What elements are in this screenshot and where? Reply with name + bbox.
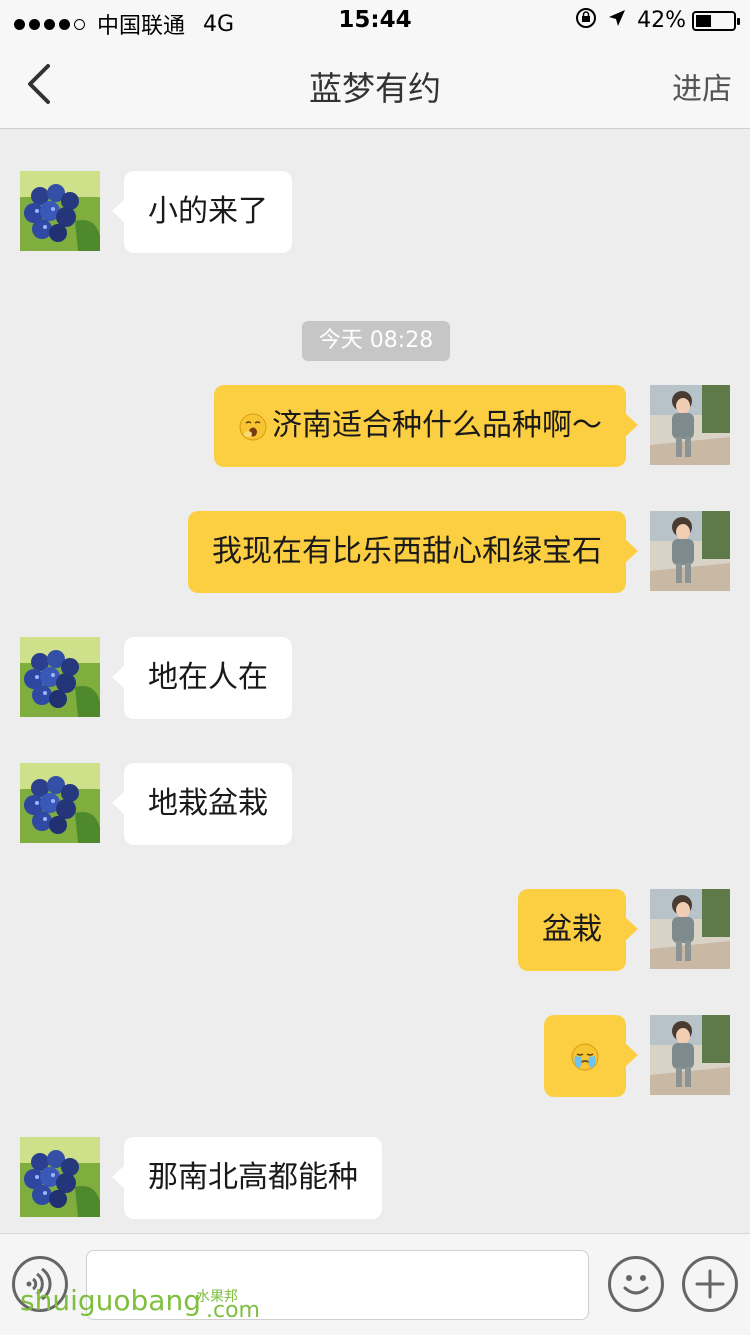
contact-avatar[interactable] bbox=[20, 763, 100, 843]
smiley-icon[interactable] bbox=[608, 1256, 664, 1312]
watermark: shuiguobang 水果邦 .com bbox=[20, 1284, 260, 1323]
message-bubble-sent[interactable] bbox=[544, 1015, 638, 1097]
nav-bar: 蓝梦有约 进店 bbox=[0, 40, 750, 129]
self-avatar[interactable] bbox=[650, 511, 730, 591]
contact-avatar[interactable] bbox=[20, 171, 100, 251]
self-avatar[interactable] bbox=[650, 889, 730, 969]
chat-title: 蓝梦有约 bbox=[309, 69, 441, 108]
message-bubble-sent[interactable]: 济南适合种什么品种啊～ bbox=[214, 385, 638, 467]
message-bubble-sent[interactable]: 我现在有比乐西甜心和绿宝石 bbox=[188, 511, 638, 593]
self-avatar[interactable] bbox=[650, 385, 730, 465]
contact-avatar[interactable] bbox=[20, 637, 100, 717]
message-bubble-received[interactable]: 地栽盆栽 bbox=[112, 763, 292, 845]
message-bubble-received[interactable]: 那南北高都能种 bbox=[112, 1137, 382, 1219]
rotation-lock-icon bbox=[575, 7, 597, 34]
location-arrow-icon bbox=[607, 8, 627, 33]
enter-shop-button[interactable]: 进店 bbox=[672, 64, 732, 108]
message-timestamp: 今天 08:28 bbox=[302, 321, 450, 361]
battery-percent: 42% bbox=[637, 8, 686, 33]
self-avatar[interactable] bbox=[650, 1015, 730, 1095]
status-right: 42% bbox=[575, 7, 740, 34]
message-bubble-received[interactable]: 地在人在 bbox=[112, 637, 292, 719]
message-text: 济南适合种什么品种啊～ bbox=[272, 408, 602, 443]
contact-avatar[interactable] bbox=[20, 1137, 100, 1217]
crying-emoji-icon bbox=[571, 1043, 599, 1070]
message-bubble-sent[interactable]: 盆栽 bbox=[518, 889, 638, 971]
battery-icon bbox=[692, 10, 740, 31]
plus-icon[interactable] bbox=[682, 1256, 738, 1312]
watermark-text: shuiguobang bbox=[20, 1284, 201, 1317]
yawn-emoji-icon bbox=[239, 413, 267, 440]
status-bar: 中国联通 4G 15:44 42% bbox=[0, 0, 750, 40]
message-bubble-received[interactable]: 小的来了 bbox=[112, 171, 292, 253]
watermark-suffix: .com bbox=[206, 1298, 260, 1323]
